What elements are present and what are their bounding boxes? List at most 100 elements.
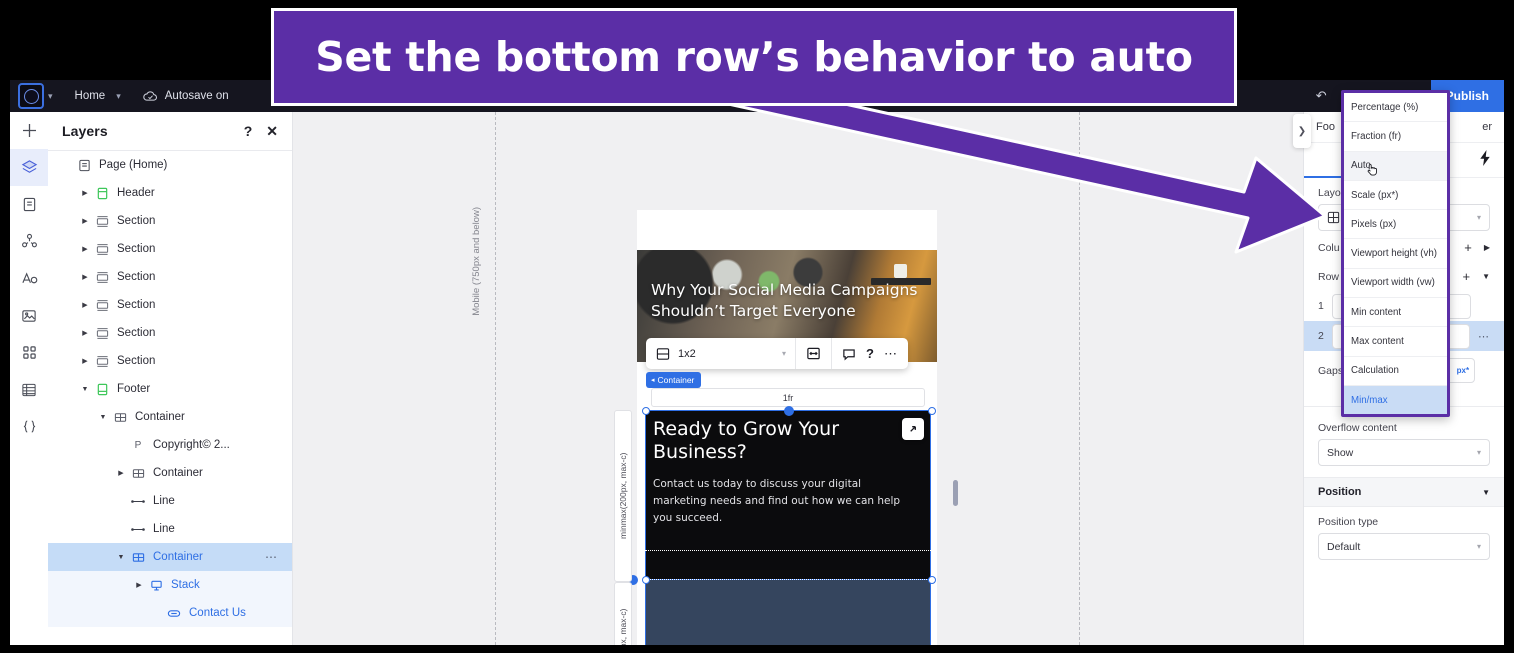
- twisty-icon[interactable]: ▶: [80, 329, 90, 337]
- row-track-more-icon[interactable]: ⋯: [1478, 330, 1490, 343]
- layer-row-section[interactable]: ▶ Section: [48, 347, 292, 375]
- layer-label: Line: [153, 523, 175, 535]
- layer-row-footer[interactable]: ▼ Footer: [48, 375, 292, 403]
- column-track-label[interactable]: 1fr: [651, 388, 925, 407]
- components-icon[interactable]: [10, 223, 48, 260]
- twisty-icon[interactable]: ▶: [116, 469, 126, 477]
- code-icon[interactable]: [10, 408, 48, 445]
- layer-row-line[interactable]: Line: [48, 487, 292, 515]
- dropdown-item-viewport-height-vh[interactable]: Viewport height (vh): [1344, 239, 1447, 269]
- rows-label: Row: [1318, 270, 1340, 283]
- dropdown-item-calculation[interactable]: Calculation: [1344, 357, 1447, 386]
- chevron-down-icon[interactable]: ▾: [1477, 542, 1481, 551]
- twisty-icon[interactable]: ▶: [80, 357, 90, 365]
- overflow-select[interactable]: Show ▾: [1318, 439, 1490, 466]
- layer-row-container[interactable]: ▼ Container ⋯: [48, 543, 292, 571]
- bezel-left: [0, 0, 10, 653]
- grid-size-selector[interactable]: 1x2 ▾: [646, 338, 795, 369]
- selection-handle-bl[interactable]: [642, 576, 650, 584]
- dropdown-item-min-content[interactable]: Min content: [1344, 298, 1447, 328]
- typography-icon[interactable]: [10, 260, 48, 297]
- assets-icon[interactable]: [10, 297, 48, 334]
- layer-more-icon[interactable]: ⋯: [265, 550, 278, 564]
- position-type-select[interactable]: Default ▾: [1318, 533, 1490, 560]
- dropdown-item-fraction-fr[interactable]: Fraction (fr): [1344, 122, 1447, 152]
- resize-button[interactable]: [796, 338, 831, 369]
- layer-row-header[interactable]: ▶ Header: [48, 179, 292, 207]
- dropdown-item-max-content[interactable]: Max content: [1344, 327, 1447, 357]
- twisty-icon[interactable]: ▶: [134, 581, 144, 589]
- twisty-icon[interactable]: ▶: [80, 217, 90, 225]
- selection-handle-top-mid[interactable]: [784, 406, 794, 416]
- tab-container[interactable]: er: [1470, 121, 1504, 133]
- canvas-floating-toolbar[interactable]: 1x2 ▾ ? ⋯: [646, 338, 908, 369]
- layer-row-contact-us[interactable]: Contact Us: [48, 599, 292, 627]
- selection-handle-tr[interactable]: [928, 407, 936, 415]
- hero-cup-detail: [894, 264, 907, 278]
- design-canvas[interactable]: Mobile (750px and below) Why Your Social…: [293, 112, 1304, 645]
- layers-icon[interactable]: [10, 149, 48, 186]
- more-options-button[interactable]: ⋯: [874, 338, 908, 369]
- twisty-icon[interactable]: ▼: [98, 414, 108, 421]
- selection-handle-tl[interactable]: [642, 407, 650, 415]
- add-column-button[interactable]: +: [1464, 240, 1472, 255]
- unit-dropdown-menu[interactable]: Percentage (%) Fraction (fr) Auto Scale (px…: [1341, 90, 1450, 418]
- line-icon: [130, 524, 146, 535]
- interactions-icon[interactable]: [1478, 149, 1492, 171]
- twisty-icon[interactable]: ▼: [80, 386, 90, 393]
- chevron-down-icon[interactable]: ▾: [1477, 213, 1481, 222]
- layer-row-section[interactable]: ▶ Section: [48, 235, 292, 263]
- twisty-icon[interactable]: ▶: [80, 189, 90, 197]
- selection-handle-br[interactable]: [928, 576, 936, 584]
- twisty-icon[interactable]: ▶: [80, 245, 90, 253]
- container-badge[interactable]: ◂ Container: [646, 372, 702, 388]
- layer-row-copyright-2[interactable]: P Copyright© 2...: [48, 431, 292, 459]
- row-track-label-2[interactable]: minmax(200px, max-c): [614, 582, 632, 645]
- chevron-down-icon[interactable]: ▾: [782, 349, 786, 358]
- panel-expand-tab[interactable]: ❯: [1293, 114, 1311, 148]
- row-track-label-1[interactable]: minmax(200px, max-c): [614, 410, 632, 582]
- help-icon[interactable]: ?: [244, 123, 253, 139]
- cms-icon[interactable]: [10, 371, 48, 408]
- twisty-icon[interactable]: ▶: [80, 273, 90, 281]
- add-row-button[interactable]: +: [1462, 269, 1470, 284]
- twisty-icon[interactable]: ▼: [116, 554, 126, 561]
- undo-icon[interactable]: ↶: [1316, 88, 1327, 104]
- chevron-down-icon[interactable]: ▾: [116, 91, 121, 102]
- help-icon: ?: [866, 346, 874, 361]
- close-icon[interactable]: ✕: [266, 123, 278, 140]
- expand-columns-icon[interactable]: ▶: [1484, 243, 1490, 252]
- left-icon-rail: [10, 112, 49, 645]
- logo-icon[interactable]: [18, 83, 44, 109]
- pages-icon[interactable]: [10, 186, 48, 223]
- chevron-down-icon[interactable]: ▼: [1482, 488, 1490, 497]
- dropdown-item-percentage[interactable]: Percentage (%): [1344, 93, 1447, 123]
- layer-row-section[interactable]: ▶ Section: [48, 319, 292, 347]
- dropdown-item-min-max[interactable]: Min/max: [1344, 385, 1447, 415]
- layer-row-section[interactable]: ▶ Section: [48, 291, 292, 319]
- apps-icon[interactable]: [10, 334, 48, 371]
- help-button[interactable]: ?: [856, 338, 874, 369]
- layer-row-line[interactable]: Line: [48, 515, 292, 543]
- layer-row-container[interactable]: ▶ Container: [48, 459, 292, 487]
- layer-row-section[interactable]: ▶ Section: [48, 207, 292, 235]
- page-selector[interactable]: Home ▾: [75, 90, 121, 102]
- layer-row-container[interactable]: ▼ Container: [48, 403, 292, 431]
- add-icon[interactable]: [10, 112, 48, 149]
- dropdown-item-viewport-width-vw[interactable]: Viewport width (vw): [1344, 269, 1447, 299]
- dropdown-item-pixels-px[interactable]: Pixels (px): [1344, 210, 1447, 240]
- chevron-down-icon[interactable]: ▾: [1477, 448, 1481, 457]
- collapse-rows-icon[interactable]: ▼: [1482, 272, 1490, 281]
- twisty-icon[interactable]: ▶: [80, 301, 90, 309]
- layer-label: Page (Home): [99, 159, 168, 171]
- layer-label: Stack: [171, 579, 200, 591]
- layer-row-page-home[interactable]: Page (Home): [48, 151, 292, 179]
- canvas-drag-handle[interactable]: [953, 480, 958, 506]
- dropdown-item-auto[interactable]: Auto: [1344, 151, 1447, 181]
- chevron-down-icon[interactable]: ▾: [48, 91, 53, 102]
- dropdown-item-scale-px[interactable]: Scale (px*): [1344, 181, 1447, 211]
- layer-row-stack[interactable]: ▶ Stack: [48, 571, 292, 599]
- position-section-header[interactable]: Position ▼: [1304, 477, 1504, 507]
- layer-row-section[interactable]: ▶ Section: [48, 263, 292, 291]
- comment-button[interactable]: [832, 338, 856, 369]
